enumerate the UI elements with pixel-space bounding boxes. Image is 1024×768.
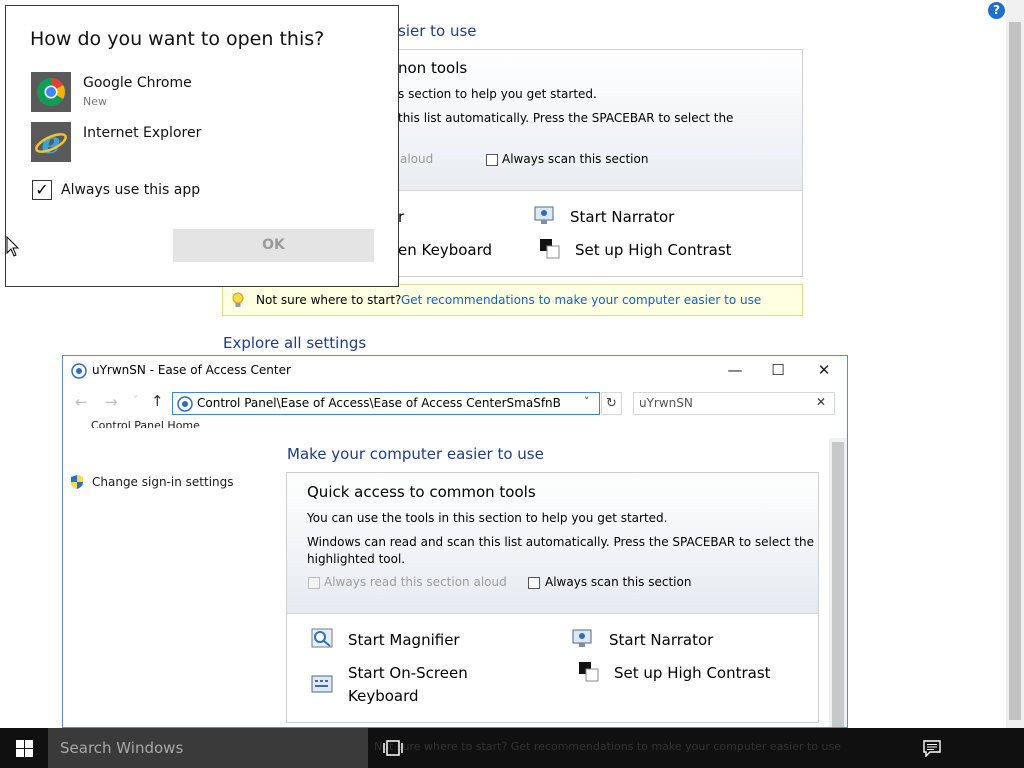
refresh-icon[interactable]: ↻ (601, 392, 622, 415)
windows-start-icon[interactable] (16, 740, 33, 757)
window-content: Control Panel Home Change sign-in settin… (63, 419, 847, 727)
address-text: Control Panel\Ease of Access\Ease of Acc… (197, 396, 561, 410)
bg-hint-text: Not sure where to start? (256, 293, 402, 307)
bg-explore-heading[interactable]: Explore all settings (223, 334, 366, 352)
maximize-button[interactable]: ☐ (755, 356, 801, 386)
window-title: uYrwnSN - Ease of Access Center (92, 363, 291, 377)
control-panel-icon (177, 396, 193, 412)
app-name-internet-explorer: Internet Explorer (83, 125, 202, 141)
start-osk-link-line1[interactable]: Start On-Screen (348, 664, 468, 682)
close-button[interactable]: ✕ (801, 356, 847, 386)
clear-search-icon[interactable]: ✕ (816, 395, 826, 409)
magnifier-icon (311, 628, 333, 648)
ease-of-access-window: uYrwnSN - Ease of Access Center — ☐ ✕ ← … (62, 355, 848, 728)
read-aloud-checkbox[interactable] (308, 577, 320, 589)
address-dropdown-icon[interactable]: ˅ (584, 395, 590, 408)
recent-locations-icon[interactable]: ˅ (133, 395, 138, 406)
minimize-button[interactable]: — (712, 356, 758, 386)
mouse-cursor-icon (6, 236, 20, 257)
bg-line1: s section to help you get started. (398, 87, 597, 101)
app-option-internet-explorer[interactable]: e Internet Explorer (6, 120, 398, 166)
action-center-icon[interactable] (923, 740, 941, 757)
on-screen-keyboard-icon (311, 675, 333, 693)
quick-access-panel: Quick access to common tools You can use… (286, 472, 819, 723)
app-sub-chrome: New (83, 95, 107, 108)
shield-icon (71, 475, 83, 489)
bg-always-scan-checkbox[interactable] (486, 154, 498, 166)
bg-scroll-thumb[interactable] (1009, 22, 1021, 720)
left-sidebar: Control Panel Home Change sign-in settin… (63, 419, 283, 727)
main-heading: Make your computer easier to use (287, 445, 544, 463)
bg-hint-bar: Not sure where to start? Get recommendat… (222, 284, 803, 316)
window-titlebar[interactable]: uYrwnSN - Ease of Access Center — ☐ ✕ (63, 356, 847, 386)
start-osk-link-line2[interactable]: Keyboard (348, 687, 419, 705)
quick-access-line1: You can use the tools in this section to… (307, 511, 668, 525)
high-contrast-link[interactable]: Set up High Contrast (614, 664, 771, 682)
taskbar: Search Windows Not sure where to start? … (0, 728, 1024, 768)
up-arrow-icon[interactable]: ↑ (151, 392, 164, 410)
taskbar-search-input[interactable]: Search Windows (48, 728, 368, 768)
taskbar-hidden-hint: Not sure where to start? Get recommendat… (374, 740, 842, 753)
window-scroll-thumb[interactable] (832, 442, 844, 727)
start-magnifier-link[interactable]: Start Magnifier (348, 631, 460, 649)
address-field[interactable]: Control Panel\Ease of Access\Ease of Acc… (172, 392, 600, 415)
sidebar-home-link[interactable]: Control Panel Home (91, 414, 200, 428)
bg-narrator-label[interactable]: Start Narrator (570, 208, 674, 226)
app-name-chrome: Google Chrome (83, 75, 192, 91)
bg-hint-link[interactable]: Get recommendations to make your compute… (401, 293, 761, 307)
narrator-icon (534, 206, 554, 224)
scan-checkbox[interactable] (528, 577, 540, 589)
ok-button[interactable]: OK (173, 229, 374, 262)
quick-access-title: Quick access to common tools (307, 483, 536, 501)
bg-high-contrast-label[interactable]: Set up High Contrast (575, 241, 732, 259)
bg-quick-access-title: non tools (398, 59, 468, 77)
back-arrow-icon[interactable]: ← (75, 393, 88, 411)
app-option-chrome[interactable]: Google Chrome New (6, 70, 398, 116)
narrator-icon (572, 629, 592, 647)
bg-read-aloud-label: aloud (400, 152, 434, 166)
chrome-icon (31, 72, 71, 112)
open-with-dialog: How do you want to open this? Google Chr… (5, 5, 399, 287)
always-use-label: Always use this app (61, 182, 201, 198)
internet-explorer-icon: e (31, 122, 71, 162)
bg-keyboard-label[interactable]: en Keyboard (398, 241, 492, 259)
dialog-title: How do you want to open this? (30, 28, 325, 50)
lightbulb-icon (232, 292, 244, 307)
sidebar-item-change-signin[interactable]: Change sign-in settings (92, 475, 234, 489)
quick-access-line2b: highlighted tool. (307, 552, 406, 566)
ease-of-access-icon (71, 363, 87, 379)
scan-label: Always scan this section (545, 575, 692, 589)
forward-arrow-icon[interactable]: → (105, 393, 118, 411)
search-field[interactable]: uYrwnSN ✕ (633, 392, 835, 415)
start-narrator-link[interactable]: Start Narrator (609, 631, 713, 649)
quick-access-line2a: Windows can read and scan this list auto… (307, 535, 815, 549)
bg-page-heading: sier to use (398, 22, 477, 40)
high-contrast-icon (540, 239, 560, 259)
bg-always-scan-label: Always scan this section (502, 152, 649, 166)
read-aloud-label: Always read this section aloud (324, 575, 507, 589)
help-icon[interactable]: ? (988, 2, 1005, 19)
search-field-value: uYrwnSN (639, 396, 693, 410)
task-view-icon[interactable] (383, 740, 403, 756)
always-use-checkbox[interactable]: ✓ (32, 180, 52, 200)
bg-line2: this list automatically. Press the SPACE… (398, 111, 734, 125)
svg-text:e: e (41, 126, 60, 161)
high-contrast-icon (579, 662, 599, 682)
